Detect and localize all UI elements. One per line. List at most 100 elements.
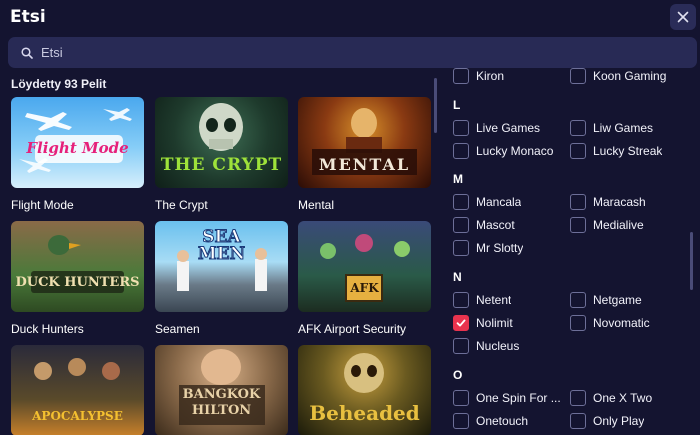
provider-label: Mascot [476,218,515,232]
provider-option-onetouch[interactable]: Onetouch [453,413,528,429]
game-card[interactable]: MENTAL Mental [298,97,431,212]
checkbox[interactable] [570,120,586,136]
checkbox[interactable] [570,315,586,331]
provider-label: One Spin For ... [476,391,561,405]
game-title: Seamen [155,322,200,336]
game-thumbnail[interactable]: Flight Mode [11,97,144,188]
search-input[interactable] [41,45,641,60]
game-art-title: BANGKOK HILTON [182,387,261,418]
provider-label: Koon Gaming [593,69,667,83]
checkbox[interactable] [453,194,469,210]
checkbox[interactable] [453,68,469,84]
provider-option-mancala[interactable]: Mancala [453,194,521,210]
checkbox[interactable] [570,413,586,429]
checkbox[interactable] [453,413,469,429]
game-art-title: DUCK HUNTERS [15,275,140,290]
checkbox[interactable] [570,217,586,233]
provider-label: Novomatic [593,316,650,330]
provider-label: Mancala [476,195,522,209]
provider-label: Lucky Monaco [476,144,554,158]
provider-option-netent[interactable]: Netent [453,292,511,308]
letter-heading-l: L [453,98,461,112]
game-title: AFK Airport Security [298,322,407,336]
game-thumbnail[interactable]: APOCALYPSE [11,345,144,435]
provider-option-novomatic[interactable]: Novomatic [570,315,650,331]
letter-heading-m: M [453,172,463,186]
checkbox[interactable] [453,120,469,136]
provider-option-mascot[interactable]: Mascot [453,217,515,233]
game-thumbnail[interactable]: Beheaded [298,345,431,435]
game-card[interactable]: Flight Mode Flight Mode [11,97,144,212]
provider-option-koon[interactable]: Koon Gaming [570,68,666,84]
checkbox[interactable] [453,338,469,354]
provider-option-one-x-two[interactable]: One X Two [570,390,652,406]
checkbox[interactable] [453,240,469,256]
search-icon [21,46,33,59]
page-title: Etsi [10,7,46,27]
game-card[interactable]: AFK AFK Airport Security [298,221,431,336]
checkbox[interactable] [453,143,469,159]
game-card[interactable]: BANGKOK HILTON [155,345,288,435]
provider-label: Nucleus [476,339,520,353]
game-card[interactable]: Beheaded [298,345,431,435]
provider-label: Live Games [476,121,541,135]
game-art-title: Flight Mode [26,139,129,157]
provider-label: Nolimit [476,316,513,330]
checkbox[interactable] [570,194,586,210]
provider-option-netgame[interactable]: Netgame [570,292,642,308]
game-art-title: THE CRYPT [160,155,283,175]
provider-option-nolimit[interactable]: Nolimit [453,315,513,331]
checkbox[interactable] [453,217,469,233]
game-card[interactable]: DUCK HUNTERS Duck Hunters [11,221,144,336]
checkbox[interactable] [570,292,586,308]
game-art-title: AFK [350,281,379,295]
checkbox[interactable] [570,143,586,159]
provider-option-maracash[interactable]: Maracash [570,194,646,210]
checkbox-checked[interactable] [453,315,469,331]
game-card[interactable]: APOCALYPSE [11,345,144,435]
modal-header: Etsi [0,0,700,36]
game-thumbnail[interactable]: DUCK HUNTERS [11,221,144,312]
game-card[interactable]: SEA MEN Seamen [155,221,288,336]
provider-option-one-spin-for[interactable]: One Spin For ... [453,390,561,406]
provider-label: Netgame [593,293,642,307]
game-thumbnail[interactable]: BANGKOK HILTON [155,345,288,435]
game-thumbnail[interactable]: MENTAL [298,97,431,188]
provider-option-lucky-monaco[interactable]: Lucky Monaco [453,143,553,159]
results-count: Löydetty 93 Pelit [11,77,107,91]
provider-option-lucky-streak[interactable]: Lucky Streak [570,143,662,159]
provider-option-nucleus[interactable]: Nucleus [453,338,519,354]
close-button[interactable] [670,4,696,30]
game-art-title: SEA MEN [197,227,246,264]
provider-label: Medialive [593,218,644,232]
filters-scrollbar[interactable] [690,232,693,290]
game-art-title: Beheaded [309,401,420,425]
check-icon [456,319,466,327]
game-thumbnail[interactable]: AFK [298,221,431,312]
checkbox[interactable] [453,292,469,308]
provider-option-kiron[interactable]: Kiron [453,68,504,84]
checkbox[interactable] [570,390,586,406]
game-card[interactable]: THE CRYPT The Crypt [155,97,288,212]
provider-label: Onetouch [476,414,529,428]
game-thumbnail[interactable]: SEA MEN [155,221,288,312]
provider-option-live-games[interactable]: Live Games [453,120,540,136]
game-title: Flight Mode [11,198,74,212]
checkbox[interactable] [570,68,586,84]
checkbox[interactable] [453,390,469,406]
provider-option-only-play[interactable]: Only Play [570,413,644,429]
game-title: Duck Hunters [11,322,84,336]
provider-filter-panel: Kiron Koon Gaming L Live Games Liw Games… [444,68,690,435]
game-art-title: MENTAL [318,155,411,174]
provider-label: Maracash [593,195,646,209]
provider-label: One X Two [593,391,653,405]
search-bar [8,37,697,68]
letter-heading-n: N [453,270,462,284]
provider-option-medialive[interactable]: Medialive [570,217,644,233]
provider-option-mr-slotty[interactable]: Mr Slotty [453,240,523,256]
games-scrollbar[interactable] [434,78,437,133]
game-art-title: APOCALYPSE [32,409,123,423]
game-thumbnail[interactable]: THE CRYPT [155,97,288,188]
provider-label: Netent [476,293,512,307]
provider-option-liw-games[interactable]: Liw Games [570,120,653,136]
